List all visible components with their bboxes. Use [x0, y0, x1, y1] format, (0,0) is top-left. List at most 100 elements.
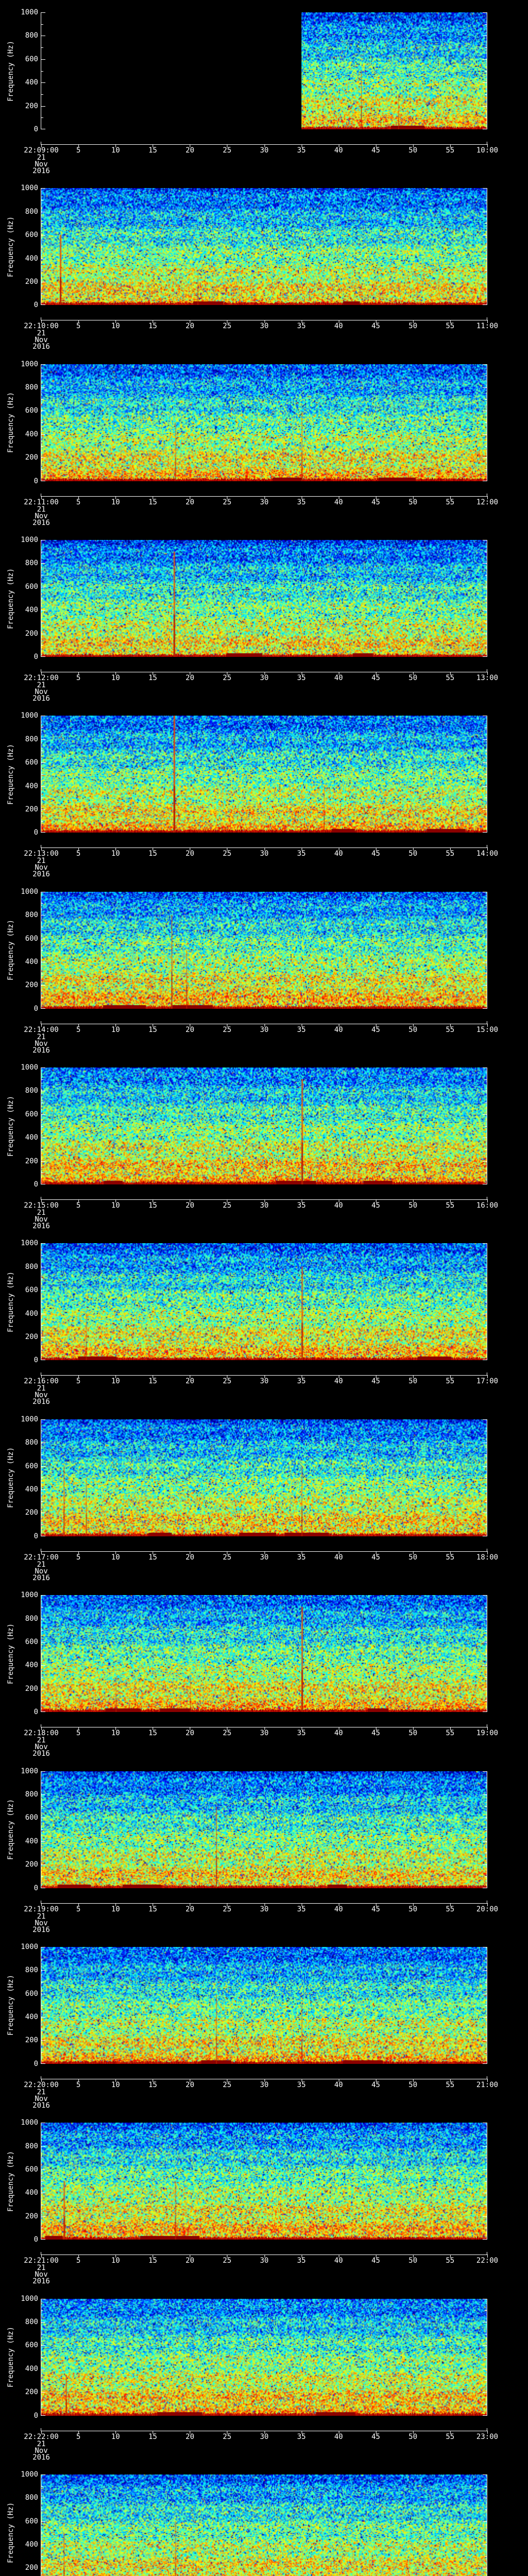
spectrogram-heatmap [41, 2474, 487, 2576]
x-tick-label: 20 [185, 1377, 194, 1386]
x-tick-label: 25 [222, 1905, 232, 1913]
x-tick-label: 55 [446, 1553, 455, 1562]
y-axis-tick [483, 739, 487, 740]
y-axis-title: Frequency (Hz) [7, 2327, 15, 2388]
spectrogram-heatmap [41, 1419, 487, 1536]
y-tick-label: 200 [25, 1333, 38, 1342]
y-axis-tick [483, 12, 487, 13]
y-axis-tick [41, 106, 45, 107]
y-tick-label: 1000 [21, 2119, 38, 2127]
x-tick-label: 10 [111, 2257, 120, 2265]
x-end-time-label: 10:00 [476, 146, 499, 155]
x-tick-label: 50 [408, 498, 418, 506]
x-tick-label: 35 [297, 1201, 306, 1210]
y-tick-label: 800 [25, 1438, 38, 1447]
y-tick-label: 400 [25, 2013, 38, 2022]
y-axis-tick [483, 1665, 487, 1666]
y-tick-label: 400 [25, 2189, 38, 2197]
y-axis-tick [41, 2017, 45, 2018]
y-tick-label: 800 [25, 2494, 38, 2502]
y-axis-tick [41, 915, 45, 916]
y-axis-tick [485, 1255, 487, 1256]
y-axis-tick [41, 1243, 45, 1244]
y-tick-label: 1000 [21, 1415, 38, 1423]
y-tick-label: 1000 [21, 1591, 38, 1600]
y-axis-tick [483, 2063, 487, 2064]
y-axis-tick [483, 1466, 487, 1467]
y-axis-tick [485, 71, 487, 72]
x-start-time-label: 22:14:00 [24, 1025, 59, 1034]
x-tick-label: 50 [408, 1905, 418, 1913]
y-axis-title: Frequency (Hz) [7, 1447, 15, 1509]
date-label-year: 2016 [32, 1925, 50, 1934]
y-axis-tick [485, 47, 487, 48]
y-axis-tick [483, 188, 487, 189]
x-tick-label: 25 [222, 2257, 232, 2265]
spectrogram-panel: 1000 800 600 400 200 0 Frequency (Hz) 5 10 15 20 25… [0, 1064, 528, 1244]
y-tick-label: 0 [34, 828, 38, 837]
x-tick-label: 10 [111, 1201, 120, 1210]
x-tick-label: 55 [446, 2257, 455, 2265]
x-tick-label: 40 [334, 322, 343, 331]
y-tick-label: 600 [25, 1989, 38, 1998]
y-axis-tick [41, 1290, 45, 1291]
y-axis-tick [483, 563, 487, 564]
y-axis-tick [485, 950, 487, 951]
y-axis-tick [41, 2380, 43, 2381]
spectrogram-heatmap [41, 891, 487, 1009]
y-tick-label: 1000 [21, 536, 38, 545]
x-tick-label: 5 [76, 322, 81, 331]
x-tick-label: 15 [148, 2080, 157, 2089]
x-tick-label: 10 [111, 322, 120, 331]
y-axis-tick [41, 1466, 45, 1467]
x-tick-label: 10 [111, 146, 120, 155]
x-tick-label: 55 [446, 1025, 455, 1034]
y-tick-label: 200 [25, 2564, 38, 2572]
y-axis-tick [483, 786, 487, 787]
y-tick-label: 800 [25, 1262, 38, 1271]
y-tick-label: 0 [34, 1180, 38, 1189]
x-tick-label: 45 [371, 1377, 381, 1386]
x-tick-label: 15 [148, 2257, 157, 2265]
x-tick-label: 45 [371, 1553, 381, 1562]
y-axis-tick [483, 1008, 487, 1009]
y-axis-tick [483, 1161, 487, 1162]
y-axis-tick [483, 2521, 487, 2522]
y-axis-tick [41, 364, 45, 365]
y-axis-tick [485, 821, 487, 822]
y-axis-tick [41, 774, 43, 775]
x-tick-label: 50 [408, 850, 418, 858]
x-tick-label: 5 [76, 1025, 81, 1034]
x-tick-label: 25 [222, 1025, 232, 1034]
y-axis-tick [41, 434, 45, 435]
y-tick-label: 200 [25, 1157, 38, 1165]
y-axis-tick [483, 2392, 487, 2393]
y-axis-tick [41, 469, 43, 470]
y-axis-tick [485, 1079, 487, 1080]
x-tick-label: 10 [111, 2432, 120, 2441]
y-axis-tick [41, 1489, 45, 1490]
x-tick-label: 30 [260, 322, 269, 331]
y-tick-label: 600 [25, 582, 38, 591]
y-axis-tick [485, 469, 487, 470]
y-axis-tick [41, 1149, 43, 1150]
y-axis-tick [41, 809, 45, 810]
y-axis-tick [41, 1325, 43, 1326]
y-axis-tick [41, 1126, 43, 1127]
x-tick-label: 20 [185, 850, 194, 858]
y-axis-title: Frequency (Hz) [7, 1095, 15, 1157]
y-tick-label: 400 [25, 606, 38, 615]
x-tick-label: 55 [446, 850, 455, 858]
x-tick-label: 45 [371, 1201, 381, 1210]
x-tick-label: 25 [222, 1201, 232, 1210]
x-tick-label: 45 [371, 2432, 381, 2441]
x-tick-label: 30 [260, 2257, 269, 2265]
y-axis-tick [483, 434, 487, 435]
y-axis-tick [41, 1700, 43, 1701]
y-axis-tick [485, 2486, 487, 2487]
y-axis-tick [41, 727, 43, 728]
y-tick-label: 800 [25, 207, 38, 216]
x-end-time-label: 15:00 [476, 1025, 499, 1034]
x-tick-label: 45 [371, 674, 381, 683]
y-tick-label: 200 [25, 453, 38, 462]
